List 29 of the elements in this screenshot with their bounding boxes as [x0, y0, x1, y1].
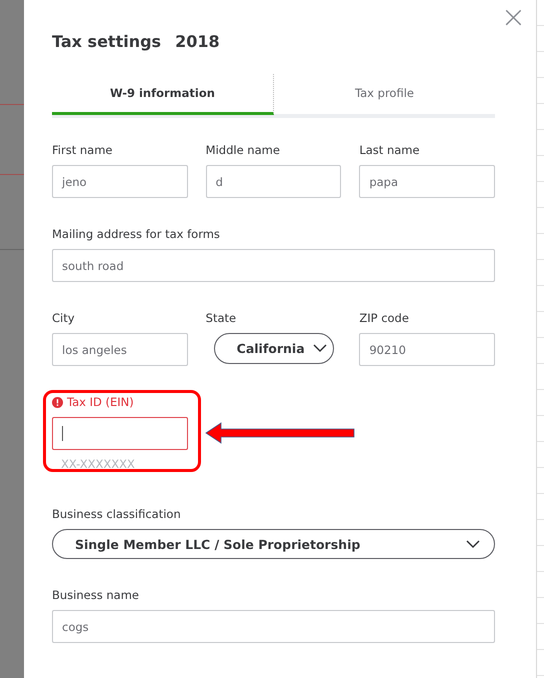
input-field[interactable]: cogs [52, 610, 495, 643]
input-field[interactable]: south road [52, 249, 495, 282]
input-field[interactable] [52, 417, 188, 450]
input-field[interactable]: papa [359, 165, 495, 198]
chevron-down-icon [466, 540, 480, 548]
input-field[interactable]: 90210 [359, 333, 495, 366]
field-label: Last name [359, 143, 421, 158]
field-label: Business classification [52, 507, 182, 522]
input-field[interactable]: los angeles [52, 333, 188, 366]
tab[interactable]: W-9 information [52, 74, 274, 115]
close-button[interactable]: × [500, 4, 526, 32]
dialog-title: Tax settings [52, 32, 162, 50]
tax-year: 2018 [175, 32, 220, 50]
field-label: Tax ID (EIN) [52, 395, 188, 410]
field-label: ZIP code [359, 311, 410, 326]
dropdown[interactable]: Single Member LLC / Sole Proprietorship [52, 529, 495, 559]
input-field[interactable]: d [206, 165, 342, 198]
field-label: State [206, 311, 238, 326]
field-label: City [52, 311, 76, 326]
tab[interactable]: Tax profile [274, 74, 495, 115]
field-label: Business name [52, 588, 140, 603]
chevron-down-icon [312, 344, 327, 353]
field-label: First name [52, 143, 114, 158]
field-label: Mailing address for tax forms [52, 227, 221, 242]
input-field[interactable]: jeno [52, 165, 188, 198]
error-icon [52, 397, 63, 408]
dropdown[interactable]: California [214, 333, 334, 364]
format-hint: XX-XXXXXXX [61, 457, 136, 471]
field-label: Middle name [206, 143, 281, 158]
